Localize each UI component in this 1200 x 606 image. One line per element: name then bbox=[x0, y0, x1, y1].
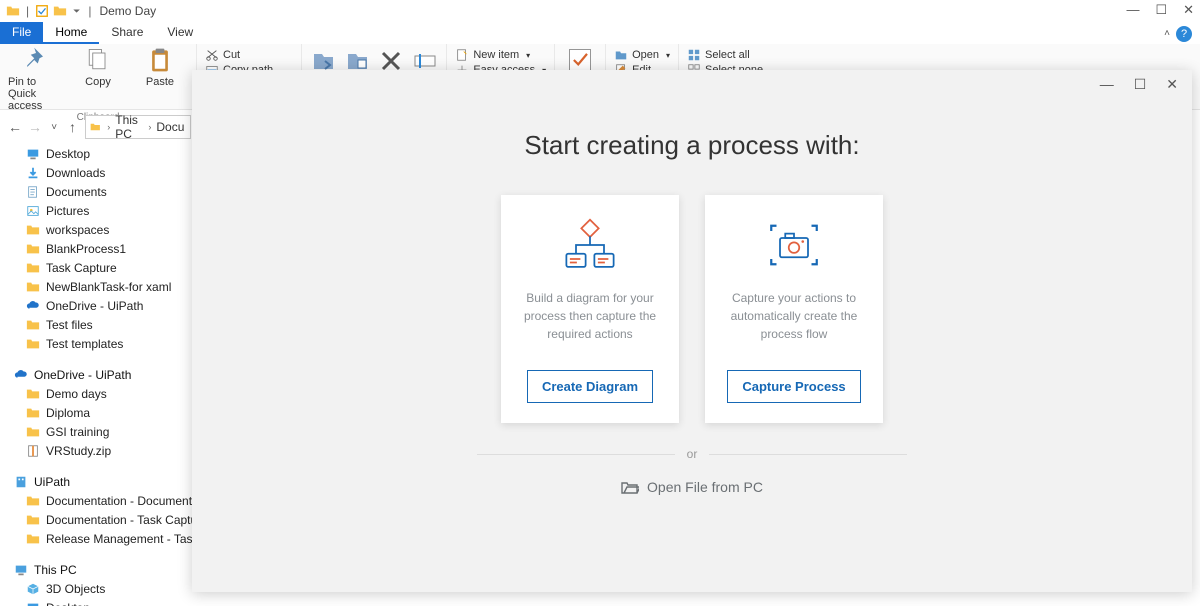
tree-item-icon bbox=[26, 147, 40, 161]
modal-close-button[interactable]: ✕ bbox=[1166, 76, 1178, 93]
window-title: Demo Day bbox=[99, 4, 156, 18]
copy-button[interactable]: Copy bbox=[70, 46, 126, 112]
label: Copy bbox=[85, 76, 111, 88]
tree-item-icon bbox=[26, 261, 40, 275]
label: Pin to Quick access bbox=[8, 76, 64, 112]
help-button[interactable]: ? bbox=[1176, 26, 1192, 42]
tree-item-icon bbox=[26, 337, 40, 351]
tab-home[interactable]: Home bbox=[43, 22, 99, 44]
open-folder-icon bbox=[621, 480, 639, 494]
ribbon-toggle-icon[interactable] bbox=[35, 4, 49, 18]
tree-item-icon bbox=[26, 223, 40, 237]
card-description: Capture your actions to automatically cr… bbox=[719, 289, 869, 370]
paste-icon bbox=[146, 46, 174, 74]
folder-icon bbox=[6, 4, 20, 18]
building-icon bbox=[14, 475, 28, 489]
cut-button[interactable]: Cut bbox=[205, 48, 293, 62]
breadcrumb-seg[interactable]: Docu bbox=[156, 120, 184, 134]
tree-item-icon bbox=[26, 532, 40, 546]
separator: | bbox=[26, 4, 29, 18]
tree-item-icon bbox=[26, 513, 40, 527]
collapse-ribbon-icon[interactable]: ˄ bbox=[1164, 28, 1170, 39]
create-diagram-button[interactable]: Create Diagram bbox=[527, 370, 653, 403]
maximize-button[interactable]: ☐ bbox=[1155, 2, 1167, 18]
pc-icon bbox=[14, 563, 28, 577]
tab-file[interactable]: File bbox=[0, 22, 43, 44]
tree-item-icon bbox=[26, 425, 40, 439]
tree-item-icon bbox=[26, 185, 40, 199]
tree-item-icon bbox=[26, 299, 40, 313]
new-item-button[interactable]: New item▾ bbox=[455, 48, 546, 62]
tree-item-icon bbox=[26, 387, 40, 401]
minimize-button[interactable]: — bbox=[1126, 2, 1139, 18]
modal-maximize-button[interactable]: ☐ bbox=[1134, 76, 1147, 93]
address-bar[interactable]: › This PC › Docu bbox=[85, 115, 192, 139]
tab-share[interactable]: Share bbox=[99, 22, 155, 44]
close-button[interactable]: ✕ bbox=[1183, 2, 1194, 18]
copy-icon bbox=[84, 46, 112, 74]
tree-item[interactable]: Desktop bbox=[8, 598, 268, 606]
tree-item-icon bbox=[26, 601, 40, 606]
select-all-icon bbox=[687, 48, 701, 62]
up-button[interactable]: ↑ bbox=[66, 118, 78, 136]
paste-button[interactable]: Paste bbox=[132, 46, 188, 112]
tab-view[interactable]: View bbox=[155, 22, 205, 44]
open-file-from-pc-button[interactable]: Open File from PC bbox=[621, 479, 763, 495]
ribbon-group-clipboard: Pin to Quick access Copy Paste Clipboard bbox=[0, 44, 197, 109]
tree-item-icon bbox=[26, 204, 40, 218]
explorer-title-bar: | ⏷ | Demo Day bbox=[0, 0, 1200, 22]
label: Paste bbox=[146, 76, 174, 88]
modal-heading: Start creating a process with: bbox=[232, 130, 1152, 161]
chevron-right-icon[interactable]: › bbox=[148, 122, 151, 132]
dropdown-icon[interactable]: ⏷ bbox=[73, 6, 80, 17]
recent-button[interactable]: ˅ bbox=[48, 118, 60, 136]
diagram-icon bbox=[555, 215, 625, 275]
select-all-button[interactable]: Select all bbox=[687, 48, 763, 62]
folder-icon bbox=[90, 119, 101, 135]
modal-window-controls: — ☐ ✕ bbox=[1100, 76, 1178, 93]
breadcrumb-seg[interactable]: This PC bbox=[115, 113, 143, 141]
task-capture-start-window: — ☐ ✕ Start creating a process with: Bui… bbox=[192, 70, 1192, 592]
tree-item-icon bbox=[26, 166, 40, 180]
tree-item-icon bbox=[26, 280, 40, 294]
card-description: Build a diagram for your process then ca… bbox=[515, 289, 665, 370]
tree-item-icon bbox=[26, 582, 40, 596]
ribbon-tabs: File Home Share View bbox=[0, 22, 1200, 44]
tree-item-icon bbox=[26, 444, 40, 458]
open-button[interactable]: Open▾ bbox=[614, 48, 670, 62]
create-diagram-card: Build a diagram for your process then ca… bbox=[501, 195, 679, 423]
pin-to-quick-access-button[interactable]: Pin to Quick access bbox=[8, 46, 64, 112]
modal-minimize-button[interactable]: — bbox=[1100, 76, 1114, 93]
forward-button[interactable]: → bbox=[28, 118, 42, 136]
tree-item-icon bbox=[26, 318, 40, 332]
tree-item-icon bbox=[26, 494, 40, 508]
tree-item-icon bbox=[26, 406, 40, 420]
pin-icon bbox=[22, 46, 50, 74]
chevron-right-icon[interactable]: › bbox=[107, 122, 110, 132]
or-divider: or bbox=[477, 447, 907, 461]
scissors-icon bbox=[205, 48, 219, 62]
back-button[interactable]: ← bbox=[8, 118, 22, 136]
open-icon bbox=[614, 48, 628, 62]
folder-icon bbox=[53, 4, 67, 18]
cloud-icon bbox=[14, 368, 28, 382]
camera-capture-icon bbox=[759, 215, 829, 275]
window-controls: — ☐ ✕ bbox=[1126, 2, 1194, 18]
tree-item-icon bbox=[26, 242, 40, 256]
separator: | bbox=[88, 4, 91, 18]
capture-process-card: Capture your actions to automatically cr… bbox=[705, 195, 883, 423]
capture-process-button[interactable]: Capture Process bbox=[727, 370, 860, 403]
new-item-icon bbox=[455, 48, 469, 62]
